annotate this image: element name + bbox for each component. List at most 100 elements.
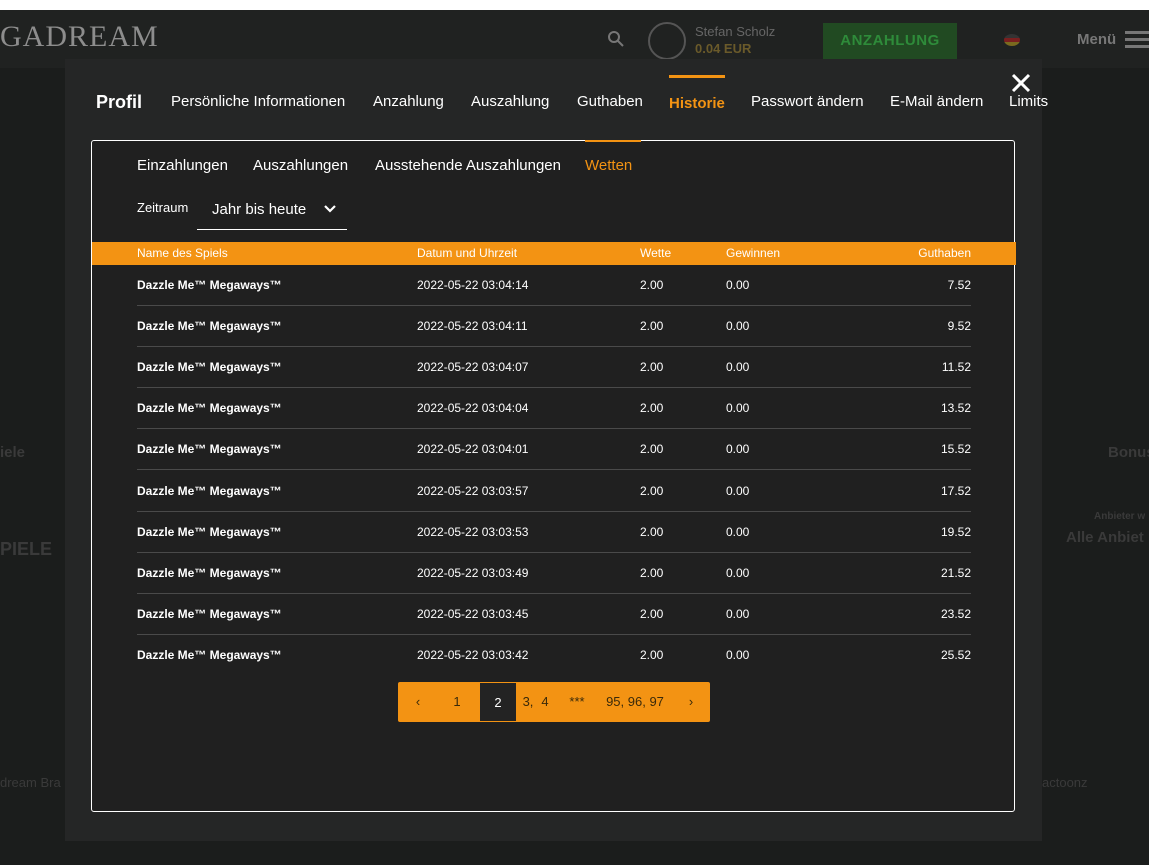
subtab-bets[interactable]: Wetten (585, 157, 632, 174)
table-row: Dazzle Me™ Megaways™ 2022-05-22 03:03:53… (137, 512, 971, 553)
cell-bet: 2.00 (640, 648, 664, 662)
table-row: Dazzle Me™ Megaways™ 2022-05-22 03:03:49… (137, 553, 971, 594)
pagination-prev-button[interactable]: ‹ (408, 682, 428, 722)
cell-game: Dazzle Me™ Megaways™ (137, 319, 282, 333)
cell-datetime: 2022-05-22 03:03:45 (417, 607, 529, 621)
cell-win: 0.00 (726, 442, 750, 456)
pagination-page-1[interactable]: 1 (446, 682, 468, 722)
pagination-page-4[interactable]: 4 (538, 682, 552, 722)
language-flag-icon (1004, 34, 1020, 46)
active-subtab-indicator (585, 140, 641, 142)
subtab-pending-withdrawals[interactable]: Ausstehende Auszahlungen (375, 157, 561, 174)
table-row: Dazzle Me™ Megaways™ 2022-05-22 03:03:42… (137, 635, 971, 676)
site-logo: GADREAM (0, 20, 159, 53)
period-select[interactable]: Jahr bis heute (197, 195, 347, 230)
cell-bet: 2.00 (640, 566, 664, 580)
cell-balance: 11.52 (941, 360, 971, 374)
cell-balance: 23.52 (940, 607, 971, 621)
table-row: Dazzle Me™ Megaways™ 2022-05-22 03:04:04… (137, 388, 971, 429)
cell-datetime: 2022-05-22 03:04:01 (417, 442, 529, 456)
cell-game: Dazzle Me™ Megaways™ (137, 566, 282, 580)
cell-balance: 7.52 (947, 278, 971, 292)
column-header-win: Gewinnen (726, 246, 781, 260)
browser-top-strip (0, 0, 1149, 10)
bg-game-title-right: actoonz (1042, 775, 1088, 790)
cell-game: Dazzle Me™ Megaways™ (137, 360, 282, 374)
cell-balance: 25.52 (940, 648, 971, 662)
pagination-last-pages[interactable]: 95, 96, 97 (600, 682, 670, 722)
cell-datetime: 2022-05-22 03:04:14 (417, 278, 529, 292)
avatar (648, 22, 686, 60)
bg-section-title: PIELE (0, 539, 53, 559)
user-balance: 0.04 EUR (695, 41, 752, 56)
cell-game: Dazzle Me™ Megaways™ (137, 648, 282, 662)
bg-bonus-text: Bonus (1108, 444, 1149, 461)
tab-change-password[interactable]: Passwort ändern (751, 75, 864, 115)
cell-bet: 2.00 (640, 442, 664, 456)
cell-game: Dazzle Me™ Megaways™ (137, 401, 282, 415)
period-selected-value: Jahr bis heute (212, 201, 307, 218)
cell-balance: 9.52 (947, 319, 971, 333)
pagination: ‹ 1 2 3, 4 *** 95, 96, 97 › (398, 682, 710, 722)
cell-win: 0.00 (726, 401, 750, 415)
bg-game-title-left: dream Bra (0, 775, 61, 790)
table-row: Dazzle Me™ Megaways™ 2022-05-22 03:04:14… (137, 265, 971, 306)
subtab-withdrawals[interactable]: Auszahlungen (253, 157, 348, 174)
tab-change-email[interactable]: E-Mail ändern (890, 75, 983, 115)
cell-win: 0.00 (726, 278, 750, 292)
cell-win: 0.00 (726, 319, 750, 333)
subtab-deposits[interactable]: Einzahlungen (137, 157, 228, 174)
cell-balance: 13.52 (940, 401, 971, 415)
tab-withdrawal[interactable]: Auszahlung (471, 75, 549, 115)
tab-profile: Profil (96, 92, 143, 112)
cell-win: 0.00 (726, 648, 750, 662)
chevron-down-icon (323, 202, 337, 216)
cell-bet: 2.00 (640, 278, 664, 292)
cell-balance: 19.52 (940, 525, 971, 539)
tab-balance[interactable]: Guthaben (577, 75, 643, 115)
table-row: Dazzle Me™ Megaways™ 2022-05-22 03:04:11… (137, 306, 971, 347)
menu-label: Menü (1077, 31, 1117, 48)
cell-game: Dazzle Me™ Megaways™ (137, 484, 282, 498)
cell-bet: 2.00 (640, 484, 664, 498)
cell-bet: 2.00 (640, 319, 664, 333)
pagination-page-2-current[interactable]: 2 (479, 682, 517, 722)
column-header-game: Name des Spiels (137, 246, 228, 260)
table-row: Dazzle Me™ Megaways™ 2022-05-22 03:03:45… (137, 594, 971, 635)
column-header-balance: Guthaben (918, 246, 971, 260)
tab-limits[interactable]: Limits (1009, 75, 1048, 115)
hamburger-menu-icon (1125, 31, 1149, 49)
bg-side-text: iele (0, 444, 26, 461)
cell-win: 0.00 (726, 484, 750, 498)
column-header-datetime: Datum und Uhrzeit (417, 246, 518, 260)
cell-datetime: 2022-05-22 03:03:49 (417, 566, 529, 580)
deposit-button: ANZAHLUNG (823, 23, 957, 59)
table-header: Name des Spiels Datum und Uhrzeit Wette … (92, 242, 1016, 265)
cell-bet: 2.00 (640, 401, 664, 415)
pagination-page-3[interactable]: 3, (520, 682, 536, 722)
tab-history[interactable]: Historie (669, 75, 725, 118)
cell-game: Dazzle Me™ Megaways™ (137, 278, 282, 292)
pagination-next-button[interactable]: › (681, 682, 701, 722)
cell-bet: 2.00 (640, 607, 664, 621)
cell-game: Dazzle Me™ Megaways™ (137, 525, 282, 539)
cell-win: 0.00 (726, 525, 750, 539)
cell-bet: 2.00 (640, 360, 664, 374)
column-header-bet: Wette (640, 246, 672, 260)
tab-deposit[interactable]: Anzahlung (373, 75, 444, 115)
cell-balance: 17.52 (940, 484, 971, 498)
cell-datetime: 2022-05-22 03:03:53 (417, 525, 529, 539)
cell-datetime: 2022-05-22 03:04:07 (417, 360, 529, 374)
cell-win: 0.00 (726, 360, 750, 374)
cell-game: Dazzle Me™ Megaways™ (137, 607, 282, 621)
cell-datetime: 2022-05-22 03:04:04 (417, 401, 529, 415)
table-row: Dazzle Me™ Megaways™ 2022-05-22 03:04:07… (137, 347, 971, 388)
period-label: Zeitraum (137, 200, 189, 215)
tab-personal-info[interactable]: Persönliche Informationen (171, 75, 345, 115)
cell-game: Dazzle Me™ Megaways™ (137, 442, 282, 456)
cell-datetime: 2022-05-22 03:03:42 (417, 648, 529, 662)
search-icon (607, 30, 625, 48)
cell-balance: 15.52 (940, 442, 971, 456)
cell-balance: 21.52 (940, 566, 971, 580)
cell-datetime: 2022-05-22 03:03:57 (417, 484, 529, 498)
